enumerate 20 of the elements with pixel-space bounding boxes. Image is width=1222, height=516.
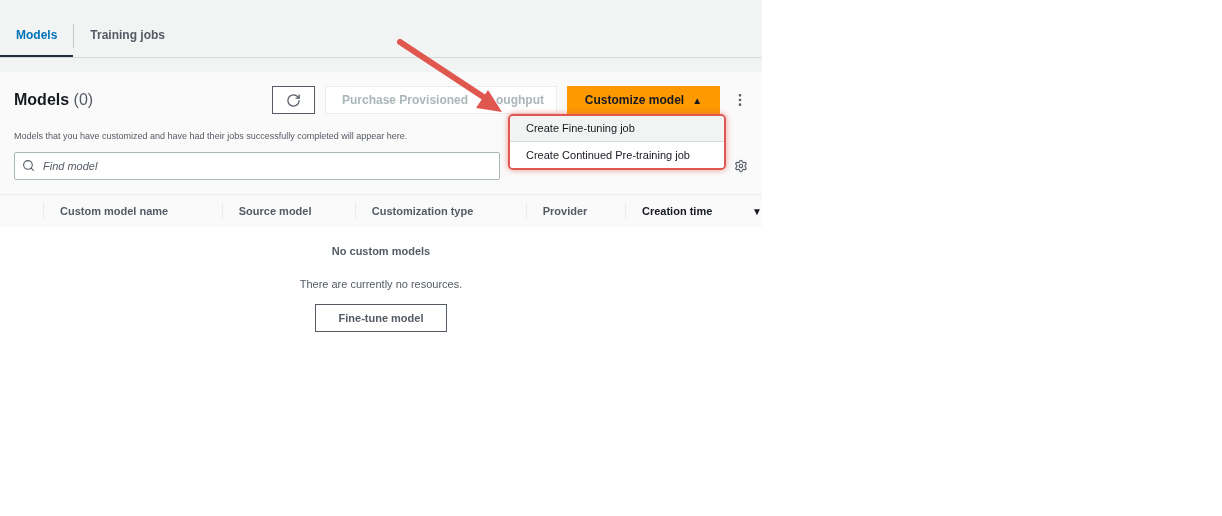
tab[interactable]: Training jobs bbox=[74, 14, 181, 57]
sort-caret[interactable]: ▼ bbox=[752, 203, 762, 219]
column-header[interactable]: Customization type bbox=[371, 202, 474, 220]
search-icon bbox=[22, 159, 35, 172]
column-header[interactable]: Source model bbox=[238, 202, 312, 220]
menu-item[interactable]: Create Fine-tuning job bbox=[510, 116, 724, 142]
fine-tune-button[interactable]: Fine-tune model bbox=[315, 304, 447, 332]
menu-item[interactable]: Create Continued Pre-training job bbox=[510, 142, 724, 168]
column-header[interactable]: Custom model name bbox=[60, 202, 169, 220]
column-header[interactable]: Provider bbox=[542, 202, 588, 220]
column-header[interactable]: Creation time bbox=[642, 202, 713, 220]
customize-model-button[interactable]: Customize model ▲ bbox=[567, 86, 720, 114]
refresh-icon bbox=[286, 92, 301, 108]
section-description: Models that you have customized and have had their jobs successfully completed will appear here. bbox=[14, 130, 408, 143]
empty-title: No custom models bbox=[331, 244, 431, 259]
section-title: Models (0) bbox=[14, 90, 94, 110]
refresh-button[interactable] bbox=[272, 86, 315, 114]
empty-text: There are currently no resources. bbox=[299, 276, 463, 292]
search-field[interactable]: Find model bbox=[14, 152, 501, 180]
settings-icon[interactable] bbox=[734, 159, 748, 173]
